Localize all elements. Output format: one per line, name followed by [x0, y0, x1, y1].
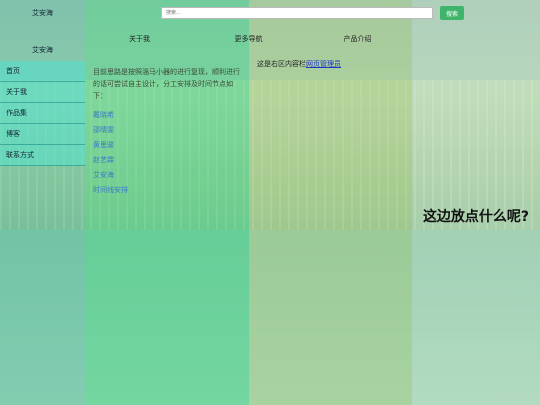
list-item[interactable]: 邵晴雯 [93, 123, 243, 138]
sidebar-menu: 首页 关于我 作品集 博客 联系方式 [0, 61, 85, 166]
sidebar-item-blog[interactable]: 博客 [0, 124, 85, 145]
aside-column [412, 0, 540, 405]
list-item[interactable]: 艾安海 [93, 168, 243, 183]
search-input[interactable] [161, 7, 433, 19]
nav-item-more[interactable]: 更多导航 [194, 26, 303, 51]
sidebar-item-contact[interactable]: 联系方式 [0, 145, 85, 166]
sidebar-item-portfolio[interactable]: 作品集 [0, 103, 85, 124]
list-item[interactable]: 黄思骏 [93, 138, 243, 153]
aside-heading: 这边放点什么呢? [422, 209, 530, 225]
top-bar: 艾安海 搜索 [0, 0, 540, 26]
main-content: 目前思路是按照淄马小器的进行复现，顺利进行的话可尝试自主设计，分工安排及时间节点… [93, 66, 243, 198]
list-item[interactable]: 时间线安排 [93, 183, 243, 198]
intro-paragraph: 目前思路是按照淄马小器的进行复现，顺利进行的话可尝试自主设计，分工安排及时间节点… [93, 68, 240, 100]
list-item[interactable]: 戴晓希 [93, 108, 243, 123]
sidebar-item-about[interactable]: 关于我 [0, 82, 85, 103]
nav-item-products[interactable]: 产品介绍 [303, 26, 412, 51]
sidebar-item-home[interactable]: 首页 [0, 61, 85, 82]
member-list: 戴晓希 邵晴雯 黄思骏 赵艺霖 艾安海 时间线安排 [93, 108, 243, 198]
admin-link[interactable]: 网页管理员 [306, 60, 341, 68]
right-content-text: 这是右区内容栏 [257, 60, 306, 68]
search-button[interactable]: 搜索 [440, 6, 464, 20]
right-content: 这是右区内容栏网页管理员 [257, 59, 341, 69]
nav-item-about[interactable]: 关于我 [85, 26, 194, 51]
header-logo[interactable]: 艾安海 [0, 0, 85, 26]
sidebar-logo[interactable]: 艾安海 [0, 40, 85, 60]
main-nav: 关于我 更多导航 产品介绍 [85, 26, 412, 51]
main-column [85, 0, 249, 405]
list-item[interactable]: 赵艺霖 [93, 153, 243, 168]
